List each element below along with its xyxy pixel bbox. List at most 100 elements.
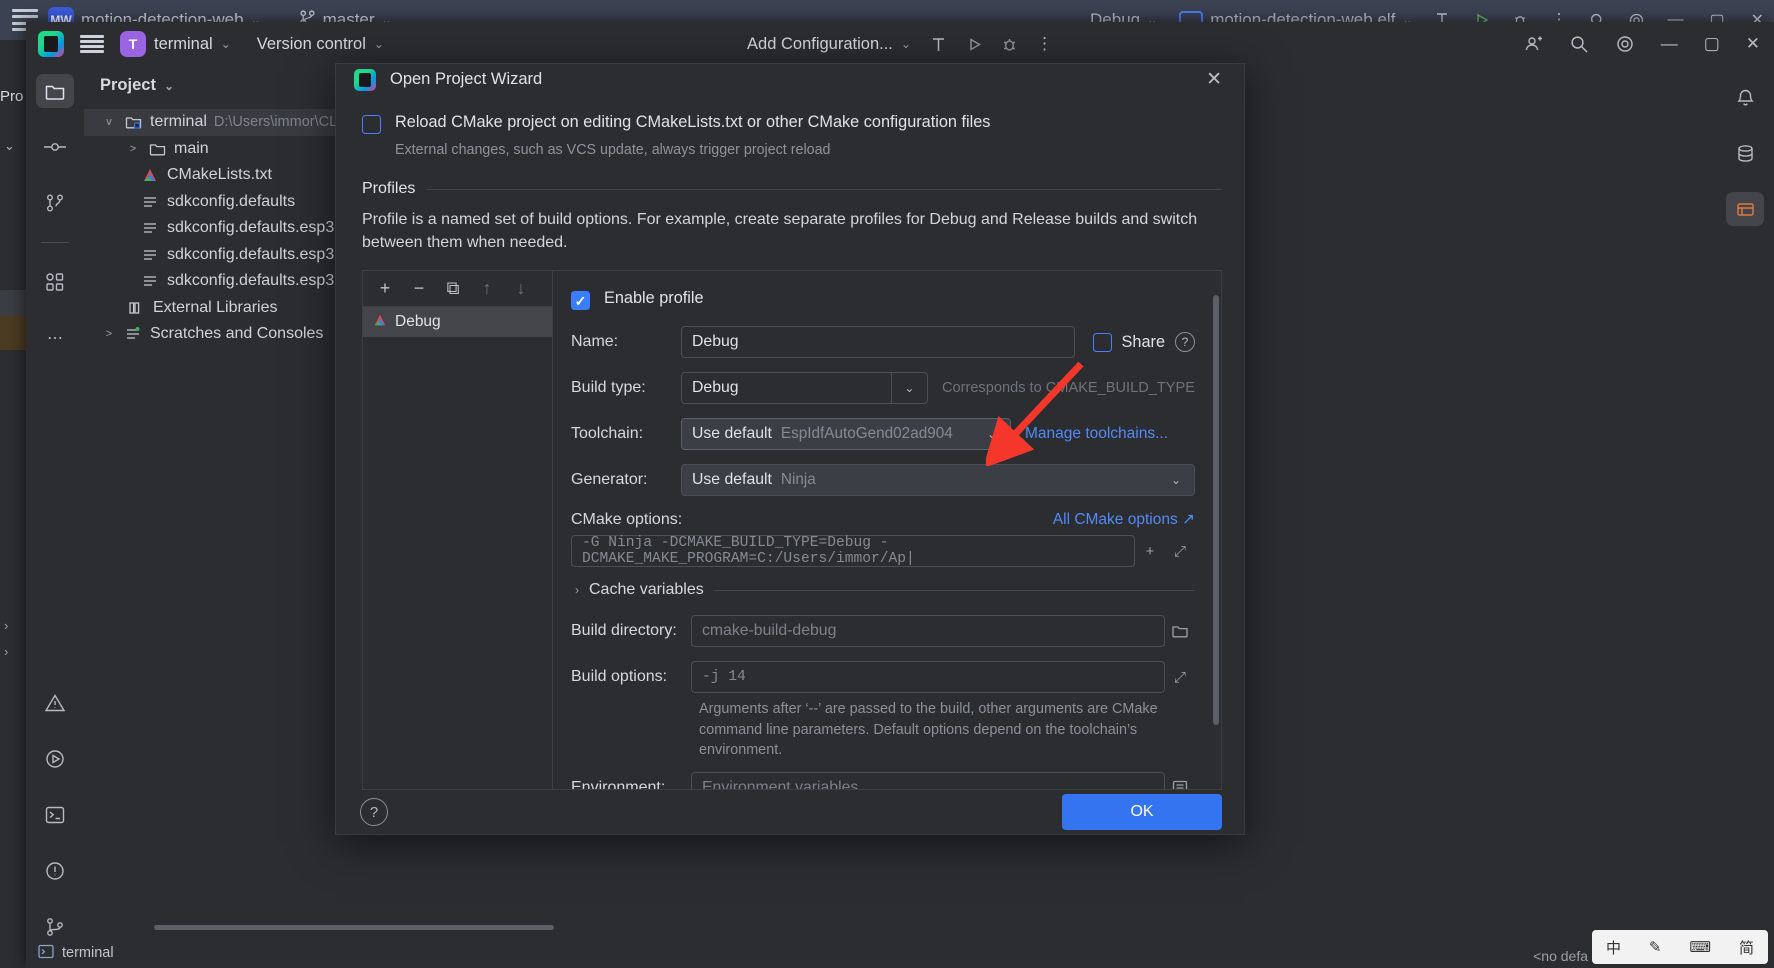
copy-profile-icon[interactable]: ⧉	[439, 275, 467, 303]
ime-item-3[interactable]: 简	[1739, 937, 1754, 958]
hamburger-icon[interactable]	[80, 35, 104, 53]
tool-button-problems[interactable]	[36, 686, 74, 720]
background-project-tool-label[interactable]: Pro	[0, 88, 23, 105]
name-input[interactable]: Debug	[681, 326, 1075, 359]
reload-cmake-checkbox-row[interactable]: Reload CMake project on editing CMakeLis…	[362, 113, 1222, 134]
tree-node-label: sdkconfig.defaults.esp32s2	[167, 245, 361, 263]
build-hammer-icon[interactable]	[929, 35, 948, 54]
chevron-right-icon[interactable]: ›	[575, 583, 579, 597]
text-file-icon	[140, 273, 160, 289]
ok-button[interactable]: OK	[1062, 794, 1222, 831]
ide-window: T terminal ⌄ Version control ⌄ Add Confi…	[26, 22, 1774, 968]
clion-logo-icon	[38, 31, 64, 57]
chevron-down-icon[interactable]: ⌄	[164, 79, 174, 93]
generator-combo[interactable]: Use default Ninja ⌄	[681, 464, 1195, 497]
help-icon[interactable]: ?	[360, 798, 388, 827]
cmake-icon	[373, 313, 387, 332]
profile-list-item-debug[interactable]: Debug	[363, 307, 552, 338]
add-option-icon[interactable]: +	[1135, 543, 1165, 560]
cache-variables-label: Cache variables	[589, 581, 704, 599]
share-checkbox[interactable]	[1092, 332, 1112, 352]
dialog-footer: ? OK	[336, 790, 1244, 834]
tool-button-notifications[interactable]	[36, 854, 74, 888]
ime-item-0[interactable]: 中	[1606, 937, 1621, 958]
titlebar-right-controls: — ▢ ✕	[1523, 34, 1766, 54]
maximize-icon[interactable]: ▢	[1704, 34, 1720, 54]
run-icon[interactable]	[966, 36, 983, 53]
cmake-options-header-row: CMake options: All CMake options ↗	[571, 510, 1221, 529]
edit-variables-icon[interactable]	[1165, 780, 1195, 790]
chevron-down-icon[interactable]: ⌄	[4, 138, 15, 154]
close-icon[interactable]: ✕	[1746, 34, 1760, 54]
expand-editor-icon[interactable]: ⤢	[1165, 543, 1195, 560]
build-options-input[interactable]: -j 14	[691, 661, 1165, 694]
tool-button-notifications[interactable]	[1726, 80, 1764, 114]
share-help-icon[interactable]: ?	[1175, 332, 1195, 353]
module-folder-icon	[123, 114, 143, 130]
build-directory-row: Build directory: cmake-build-debug	[571, 615, 1221, 648]
cache-variables-section[interactable]: › Cache variables	[575, 581, 1221, 599]
chevron-right-icon[interactable]: ›	[4, 644, 8, 659]
tool-button-database[interactable]	[1726, 136, 1764, 170]
profiles-section-description: Profile is a named set of build options.…	[362, 211, 1198, 252]
tool-button-structure[interactable]	[36, 265, 74, 299]
tool-button-more[interactable]: ⋯	[36, 321, 74, 355]
run-configuration-area: Add Configuration... ⌄ ⋮	[690, 34, 1110, 54]
ime-language-bar[interactable]: 中 ✎ ⌨ 简	[1592, 930, 1768, 964]
toolchain-value: Use default	[692, 425, 772, 443]
chevron-down-icon[interactable]: ⌄	[890, 372, 927, 405]
minimize-icon[interactable]: —	[1661, 34, 1678, 54]
add-configuration-label: Add Configuration...	[747, 34, 893, 53]
build-directory-input[interactable]: cmake-build-debug	[691, 615, 1165, 648]
version-control-menu[interactable]: Version control ⌄	[257, 35, 384, 54]
build-type-value: Debug	[692, 379, 739, 397]
horizontal-scrollbar[interactable]	[154, 925, 554, 930]
chevron-right-icon[interactable]: ›	[4, 618, 8, 633]
strip-marker	[0, 290, 26, 318]
ime-item-2[interactable]: ⌨	[1689, 938, 1711, 956]
remove-profile-icon[interactable]: −	[405, 275, 433, 303]
enable-profile-checkbox[interactable]	[571, 291, 590, 311]
chevron-down-icon[interactable]: ⌄	[1158, 464, 1194, 496]
close-icon[interactable]: ✕	[1198, 64, 1230, 95]
environment-input[interactable]: Environment variables	[691, 771, 1165, 790]
chevron-down-icon[interactable]: ⌄	[974, 418, 1010, 450]
profiles-section-header: Profiles	[362, 180, 1222, 198]
toolchain-combo[interactable]: Use default EspIdfAutoGend02ad904 ⌄	[681, 418, 1011, 451]
reload-cmake-checkbox[interactable]	[362, 115, 381, 134]
tool-button-project[interactable]	[36, 74, 74, 108]
all-cmake-options-link[interactable]: All CMake options ↗	[1053, 510, 1195, 529]
twisty-icon[interactable]: v	[102, 116, 116, 128]
name-row: Name: Debug Share ?	[571, 326, 1221, 359]
twisty-icon[interactable]: >	[102, 328, 116, 340]
expand-editor-icon[interactable]: ⤢	[1165, 669, 1195, 686]
tool-button-run[interactable]	[36, 742, 74, 776]
build-type-combo[interactable]: Debug ⌄	[681, 372, 928, 405]
ime-item-1[interactable]: ✎	[1649, 938, 1662, 956]
more-vertical-icon[interactable]: ⋮	[1036, 34, 1053, 54]
enable-profile-row[interactable]: Enable profile	[571, 289, 1221, 311]
account-icon[interactable]	[1523, 34, 1543, 54]
twisty-icon[interactable]: >	[126, 143, 140, 155]
folder-browse-icon[interactable]	[1165, 624, 1195, 639]
project-name-label: terminal	[154, 34, 213, 53]
vertical-scrollbar[interactable]	[1213, 295, 1219, 726]
search-icon[interactable]	[1569, 34, 1589, 54]
tool-button-terminal[interactable]	[36, 798, 74, 832]
status-terminal-label[interactable]: terminal	[62, 945, 114, 961]
cmake-options-input[interactable]: -G Ninja -DCMAKE_BUILD_TYPE=Debug -DCMAK…	[571, 535, 1135, 568]
tool-button-registers[interactable]	[1726, 192, 1764, 226]
add-profile-icon[interactable]: +	[371, 275, 399, 303]
build-directory-label: Build directory:	[571, 622, 677, 640]
divider	[41, 242, 69, 243]
tool-button-commit[interactable]	[36, 130, 74, 164]
build-options-hint: Arguments after ‘--’ are passed to the b…	[699, 701, 1158, 758]
move-down-icon[interactable]: ↓	[507, 275, 535, 303]
project-selector[interactable]: T terminal ⌄	[120, 31, 231, 57]
settings-gear-icon[interactable]	[1615, 34, 1635, 54]
debug-icon[interactable]	[1001, 36, 1018, 53]
add-configuration-button[interactable]: Add Configuration... ⌄	[747, 35, 911, 54]
manage-toolchains-link[interactable]: Manage toolchains...	[1025, 425, 1168, 443]
move-up-icon[interactable]: ↑	[473, 275, 501, 303]
tool-button-pull-requests[interactable]	[36, 186, 74, 220]
